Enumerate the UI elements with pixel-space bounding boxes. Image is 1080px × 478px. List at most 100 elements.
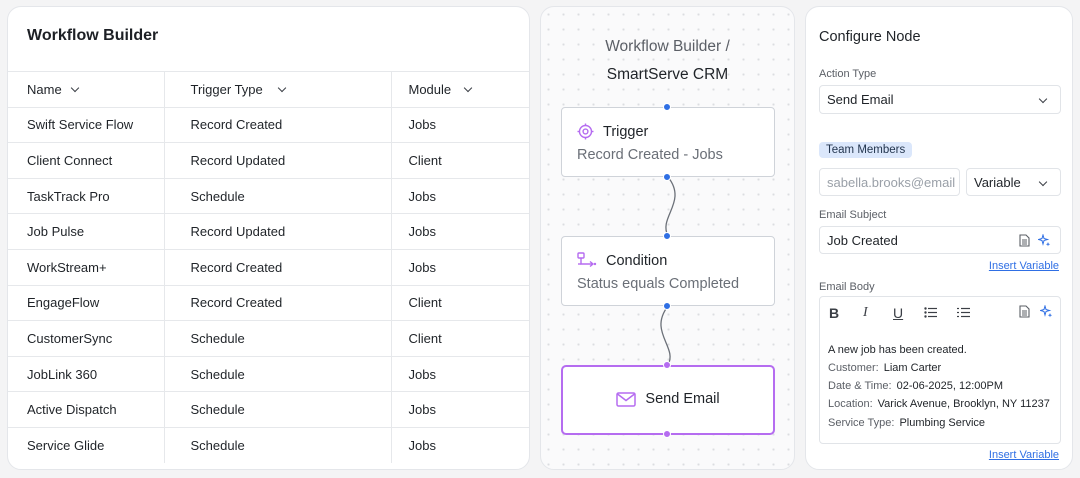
recipient-email-placeholder: sabella.brooks@email xyxy=(827,174,956,190)
bold-button[interactable]: B xyxy=(829,305,839,321)
cell-name: TaskTrack Pro xyxy=(8,177,164,214)
cell-name: Active Dispatch xyxy=(8,391,164,428)
email-subject-input[interactable]: Job Created xyxy=(819,226,1061,254)
ai-sparkle-icon[interactable] xyxy=(1040,305,1053,318)
email-body-editor[interactable]: B I U A new job has been created. Custom… xyxy=(819,296,1061,444)
trigger-node[interactable]: Trigger Record Created - Jobs xyxy=(561,107,775,177)
cell-name: WorkStream+ xyxy=(8,248,164,286)
connector-line xyxy=(660,305,671,366)
team-members-badge[interactable]: Team Members xyxy=(819,142,913,158)
workflow-table-card: Workflow Builder Name Trigger Type Modul… xyxy=(7,6,530,470)
cell-trigger-type: Record Created xyxy=(163,284,391,321)
workflow-table: Name Trigger Type Module Swift Service F… xyxy=(8,71,529,464)
insert-variable-link[interactable]: Insert Variable xyxy=(989,260,1059,272)
cell-module: Jobs xyxy=(390,106,529,143)
recipient-type-select[interactable]: Variable xyxy=(966,168,1061,196)
document-icon[interactable] xyxy=(1019,234,1030,247)
chevron-down-icon xyxy=(463,83,473,93)
cell-name: Swift Service Flow xyxy=(8,106,164,143)
table-header-row: Name Trigger Type Module xyxy=(8,71,529,108)
table-row[interactable]: WorkStream+ Record Created Jobs xyxy=(8,248,529,286)
column-header-name[interactable]: Name xyxy=(8,71,164,108)
cell-module: Jobs xyxy=(390,177,529,214)
document-icon[interactable] xyxy=(1019,305,1030,318)
target-icon xyxy=(577,123,594,140)
panel-title: Configure Node xyxy=(819,29,921,45)
column-header-trigger-type[interactable]: Trigger Type xyxy=(163,71,391,108)
cell-module: Jobs xyxy=(390,213,529,250)
connector-handle[interactable] xyxy=(663,173,671,181)
cell-name: Client Connect xyxy=(8,142,164,179)
email-body-line: Service Type: Plumbing Service xyxy=(828,417,986,429)
chevron-down-icon xyxy=(70,83,79,93)
condition-node[interactable]: Condition Status equals Completed xyxy=(561,236,775,306)
editor-toolbar: B I U xyxy=(820,297,1060,327)
cell-module: Jobs xyxy=(390,248,529,286)
connector-handle[interactable] xyxy=(663,430,671,438)
cell-name: EngageFlow xyxy=(8,284,164,321)
cell-trigger-type: Schedule xyxy=(163,177,391,214)
mail-icon xyxy=(616,391,637,407)
cell-trigger-type: Record Updated xyxy=(163,213,391,250)
table-row[interactable]: Service Glide Schedule Jobs xyxy=(8,426,529,464)
table-row[interactable]: Job Pulse Record Updated Jobs xyxy=(8,213,529,250)
table-row[interactable]: EngageFlow Record Created Client xyxy=(8,284,529,321)
cell-name: JobLink 360 xyxy=(8,355,164,392)
table-row[interactable]: Client Connect Record Updated Client xyxy=(8,142,529,179)
email-subject-value: Job Created xyxy=(827,232,898,248)
ai-sparkle-icon[interactable] xyxy=(1038,234,1051,247)
cell-name: Service Glide xyxy=(8,426,164,464)
cell-module: Jobs xyxy=(390,426,529,464)
condition-node-title: Condition xyxy=(606,252,668,269)
italic-button[interactable]: I xyxy=(863,305,868,321)
email-body-line: Location: Varick Avenue, Brooklyn, NY 112… xyxy=(828,398,1050,410)
table-row[interactable]: TaskTrack Pro Schedule Jobs xyxy=(8,177,529,214)
connector-handle[interactable] xyxy=(663,232,671,240)
connector-line xyxy=(665,176,676,237)
condition-node-subtitle: Status equals Completed xyxy=(577,276,740,292)
column-header-module[interactable]: Module xyxy=(390,71,529,108)
cell-trigger-type: Record Updated xyxy=(163,142,391,179)
cell-trigger-type: Schedule xyxy=(163,355,391,392)
email-body-line: Date & Time: 02-06-2025, 12:00PM xyxy=(828,380,1003,392)
flow-canvas[interactable]: Workflow Builder / SmartServe CRM Trigge… xyxy=(540,6,795,470)
cell-trigger-type: Record Created xyxy=(163,248,391,286)
table-row[interactable]: JobLink 360 Schedule Jobs xyxy=(8,355,529,392)
cell-trigger-type: Schedule xyxy=(163,320,391,357)
recipient-email-input[interactable]: sabella.brooks@email xyxy=(819,168,960,196)
chevron-down-icon xyxy=(1038,177,1048,187)
send-email-node-title: Send Email xyxy=(645,391,720,407)
connector-handle[interactable] xyxy=(663,302,671,310)
cell-module: Jobs xyxy=(390,391,529,428)
email-subject-label: Email Subject xyxy=(819,209,887,221)
cell-module: Client xyxy=(390,284,529,321)
trigger-node-subtitle: Record Created - Jobs xyxy=(577,147,723,163)
cell-trigger-type: Record Created xyxy=(163,106,391,143)
cell-module: Client xyxy=(390,320,529,357)
chevron-down-icon xyxy=(1038,94,1048,104)
cell-module: Jobs xyxy=(390,355,529,392)
chevron-down-icon xyxy=(277,83,287,93)
recipient-type-value: Variable xyxy=(974,174,1021,190)
send-email-node[interactable]: Send Email xyxy=(561,365,775,435)
trigger-node-title: Trigger xyxy=(603,123,649,140)
action-type-label: Action Type xyxy=(819,68,877,80)
branch-icon xyxy=(577,252,597,268)
cell-module: Client xyxy=(390,142,529,179)
connector-handle[interactable] xyxy=(663,361,671,369)
connector-handle[interactable] xyxy=(663,103,671,111)
email-body-intro: A new job has been created. xyxy=(828,344,967,356)
numbered-list-icon[interactable] xyxy=(957,307,970,318)
cell-trigger-type: Schedule xyxy=(163,391,391,428)
insert-variable-link[interactable]: Insert Variable xyxy=(989,449,1059,461)
cell-trigger-type: Schedule xyxy=(163,426,391,464)
email-body-line: Customer: Liam Carter xyxy=(828,362,942,374)
email-body-label: Email Body xyxy=(819,281,875,293)
action-type-select[interactable]: Send Email xyxy=(819,85,1061,114)
underline-button[interactable]: U xyxy=(893,305,903,321)
table-row[interactable]: CustomerSync Schedule Client xyxy=(8,320,529,357)
bulleted-list-icon[interactable] xyxy=(924,307,937,318)
action-type-value: Send Email xyxy=(827,92,894,107)
table-row[interactable]: Swift Service Flow Record Created Jobs xyxy=(8,106,529,143)
table-row[interactable]: Active Dispatch Schedule Jobs xyxy=(8,391,529,428)
